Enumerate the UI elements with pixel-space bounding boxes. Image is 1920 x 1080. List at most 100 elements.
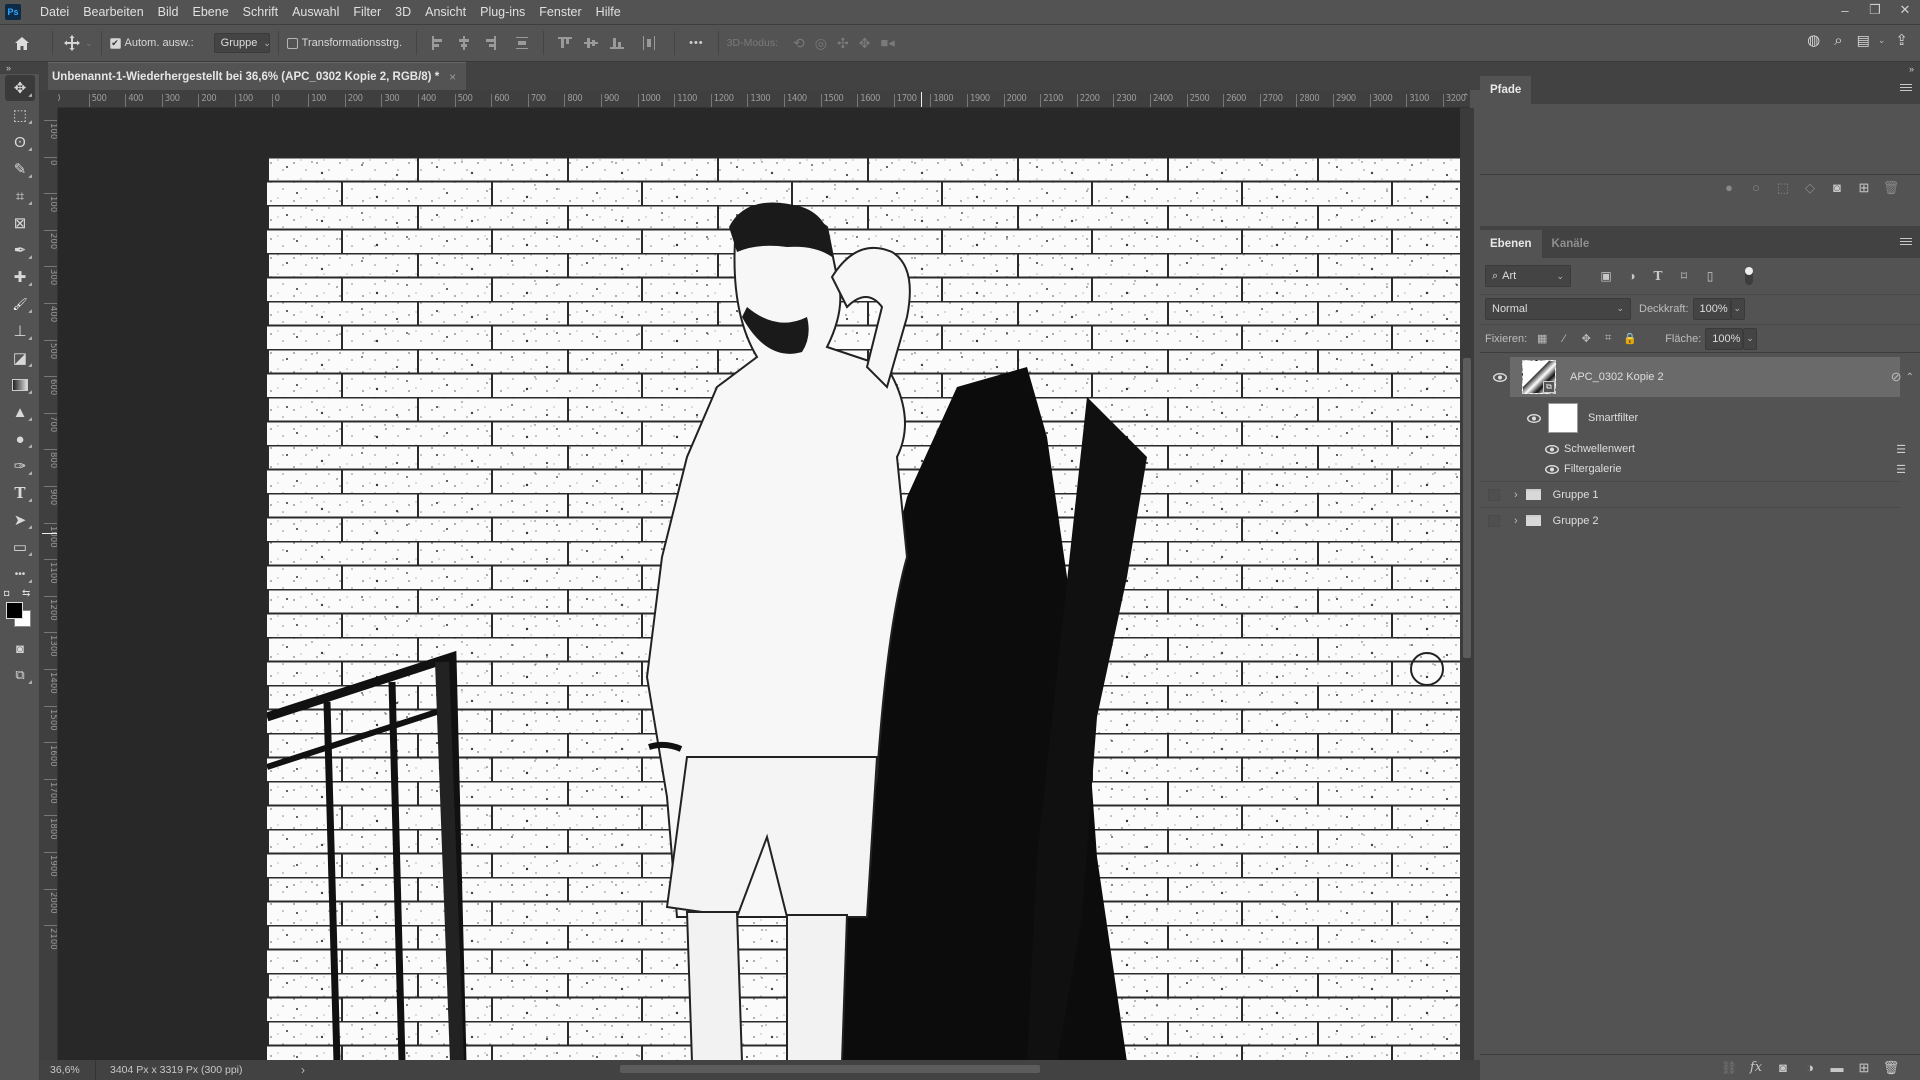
filter-row-filtergalerie[interactable]: Filtergalerie ☰ (1480, 459, 1906, 479)
type-tool[interactable]: T (5, 480, 35, 506)
align-left-icon[interactable] (431, 36, 445, 50)
layer-name[interactable]: APC_0302 Kopie 2 (1570, 371, 1664, 383)
align-top-icon[interactable] (558, 36, 573, 50)
add-mask-icon[interactable]: ◙ (1828, 179, 1846, 197)
filter-blending-options-icon[interactable]: ☰ (1896, 443, 1906, 456)
menu-datei[interactable]: Datei (33, 5, 76, 19)
lock-position-icon[interactable]: ✥ (1577, 330, 1595, 348)
lock-artboard-icon[interactable]: ⌗ (1599, 330, 1617, 348)
quick-selection-tool[interactable]: ✎ (5, 156, 35, 182)
visibility-eye-icon[interactable] (1492, 372, 1508, 382)
filter-mask-thumbnail[interactable] (1548, 403, 1578, 433)
tab-paths[interactable]: Pfade (1480, 76, 1532, 104)
gradient-tool[interactable] (5, 372, 35, 398)
load-path-as-selection-icon[interactable]: ⬚ (1774, 179, 1792, 197)
filter-name[interactable]: Filtergalerie (1564, 463, 1621, 475)
expand-chevron-icon[interactable]: › (1514, 489, 1518, 501)
screen-mode-button[interactable]: ⧉ (5, 662, 35, 688)
lock-image-pixels-icon[interactable]: ∕ (1555, 330, 1573, 348)
learn-icon[interactable]: ◍ (1807, 31, 1820, 49)
3d-camera-icon[interactable]: ■◂ (880, 35, 894, 51)
3d-roll-icon[interactable]: ◎ (815, 35, 827, 52)
layer-name[interactable]: Gruppe 2 (1553, 515, 1599, 527)
type-layer-filter-icon[interactable]: T (1649, 267, 1667, 285)
minimize-button[interactable]: – (1830, 0, 1860, 20)
layer-row-gruppe-1[interactable]: › Gruppe 1 (1480, 481, 1900, 507)
horizontal-scrollbar-thumb[interactable] (620, 1065, 1040, 1073)
new-path-icon[interactable]: ⊞ (1855, 179, 1873, 197)
fill-path-icon[interactable]: ● (1720, 179, 1738, 197)
menu-ebene[interactable]: Ebene (186, 5, 236, 19)
quick-mask-button[interactable]: ◙ (5, 635, 35, 661)
status-menu-arrow[interactable]: › (301, 1063, 305, 1077)
eyedropper-tool[interactable]: ✒ (5, 237, 35, 263)
expand-chevron-icon[interactable]: › (1514, 515, 1518, 527)
make-work-path-icon[interactable]: ◇ (1801, 179, 1819, 197)
clone-stamp-tool[interactable]: ⊥ (5, 318, 35, 344)
auto-select-checkbox[interactable]: ✔ (109, 37, 121, 49)
menu-bild[interactable]: Bild (151, 5, 186, 19)
ruler-origin[interactable] (40, 90, 58, 108)
lock-transparency-icon[interactable]: ▦ (1533, 330, 1551, 348)
trash-icon[interactable]: 🗑 (1882, 1059, 1900, 1077)
zoom-level-field[interactable]: 36,6% (40, 1060, 96, 1080)
tab-layers[interactable]: Ebenen (1480, 230, 1542, 258)
trash-icon[interactable]: 🗑 (1882, 179, 1900, 197)
visibility-eye-icon[interactable] (1544, 464, 1560, 474)
align-right-icon[interactable] (483, 36, 497, 50)
eraser-tool[interactable]: ◪ (5, 345, 35, 371)
fill-dropdown-button[interactable]: ⌄ (1743, 327, 1758, 350)
move-tool-preset[interactable] (61, 29, 83, 57)
move-tool[interactable]: ✥ (5, 75, 35, 101)
menu-schrift[interactable]: Schrift (236, 5, 285, 19)
visibility-eye-icon[interactable] (1526, 413, 1542, 423)
new-layer-icon[interactable]: ⊞ (1855, 1059, 1873, 1077)
new-group-folder-icon[interactable]: ▬ (1828, 1059, 1846, 1077)
rectangle-tool[interactable]: ▭ (5, 534, 35, 560)
chevron-up-icon[interactable]: ⌃ (1906, 372, 1914, 383)
3d-orbit-icon[interactable]: ⟲ (793, 35, 805, 52)
marquee-tool[interactable]: ⬚ (5, 102, 35, 128)
vertical-ruler[interactable]: 100 0 100 200 300 400 500 600 700 800 900 1000 1100 1… (40, 108, 58, 1060)
search-icon[interactable]: ⌕ (1834, 32, 1842, 49)
tab-channels[interactable]: Kanäle (1542, 230, 1600, 258)
visibility-toggle[interactable] (1488, 514, 1500, 527)
menu-bearbeiten[interactable]: Bearbeiten (76, 5, 150, 19)
default-colors-icon[interactable]: ◘ (4, 588, 9, 598)
canvas-area[interactable] (58, 108, 1460, 1060)
path-selection-tool[interactable]: ➤ (5, 507, 35, 533)
align-horizontal-center-icon[interactable] (457, 36, 471, 50)
panel-menu-icon[interactable] (1900, 238, 1912, 247)
link-layers-icon[interactable]: ⛓ (1720, 1059, 1738, 1077)
align-vertical-center-icon[interactable] (584, 36, 599, 50)
layer-name[interactable]: Gruppe 1 (1553, 489, 1599, 501)
smart-object-filter-icon[interactable]: ▯ (1701, 267, 1719, 285)
filter-toggle[interactable] (1745, 267, 1753, 285)
3d-pan-icon[interactable]: ✣ (837, 35, 849, 52)
scroll-up-icon[interactable]: ⌃ (1462, 92, 1470, 103)
chevron-down-icon[interactable]: ⌄ (85, 38, 93, 49)
home-button[interactable] (0, 29, 44, 57)
menu-hilfe[interactable]: Hilfe (589, 5, 628, 19)
panel-menu-icon[interactable] (1900, 84, 1912, 93)
transform-controls-checkbox[interactable] (286, 37, 298, 49)
horizontal-ruler[interactable]: 0500400300200100010020030040050060070080… (58, 90, 1470, 108)
menu-ansicht[interactable]: Ansicht (418, 5, 473, 19)
restore-button[interactable]: ❐ (1860, 0, 1890, 20)
crop-tool[interactable]: ⌗ (5, 183, 35, 209)
swap-colors-icon[interactable]: ⇆ (22, 588, 30, 599)
smart-filter-toggle-icon[interactable]: ⊘ (1891, 369, 1902, 385)
stroke-path-icon[interactable]: ○ (1747, 179, 1765, 197)
document-tab[interactable]: Unbenannt-1-Wiederhergestellt bei 36,6% … (48, 62, 467, 90)
edit-toolbar-button[interactable]: ••• (5, 561, 35, 587)
3d-slide-icon[interactable]: ✥ (859, 35, 871, 52)
foreground-color-swatch[interactable] (6, 602, 23, 619)
blend-mode-dropdown[interactable]: Normal ⌄ (1485, 297, 1631, 320)
blur-tool[interactable]: ▲ (5, 399, 35, 425)
lasso-tool[interactable]: ʘ (5, 129, 35, 155)
share-icon[interactable]: ⇪ (1895, 31, 1908, 49)
align-bottom-icon[interactable] (610, 36, 625, 50)
chevron-down-icon[interactable]: ⌄ (1878, 35, 1886, 46)
lock-all-icon[interactable]: 🔒 (1621, 330, 1639, 348)
filter-row-schwellenwert[interactable]: Schwellenwert ☰ (1480, 439, 1906, 459)
